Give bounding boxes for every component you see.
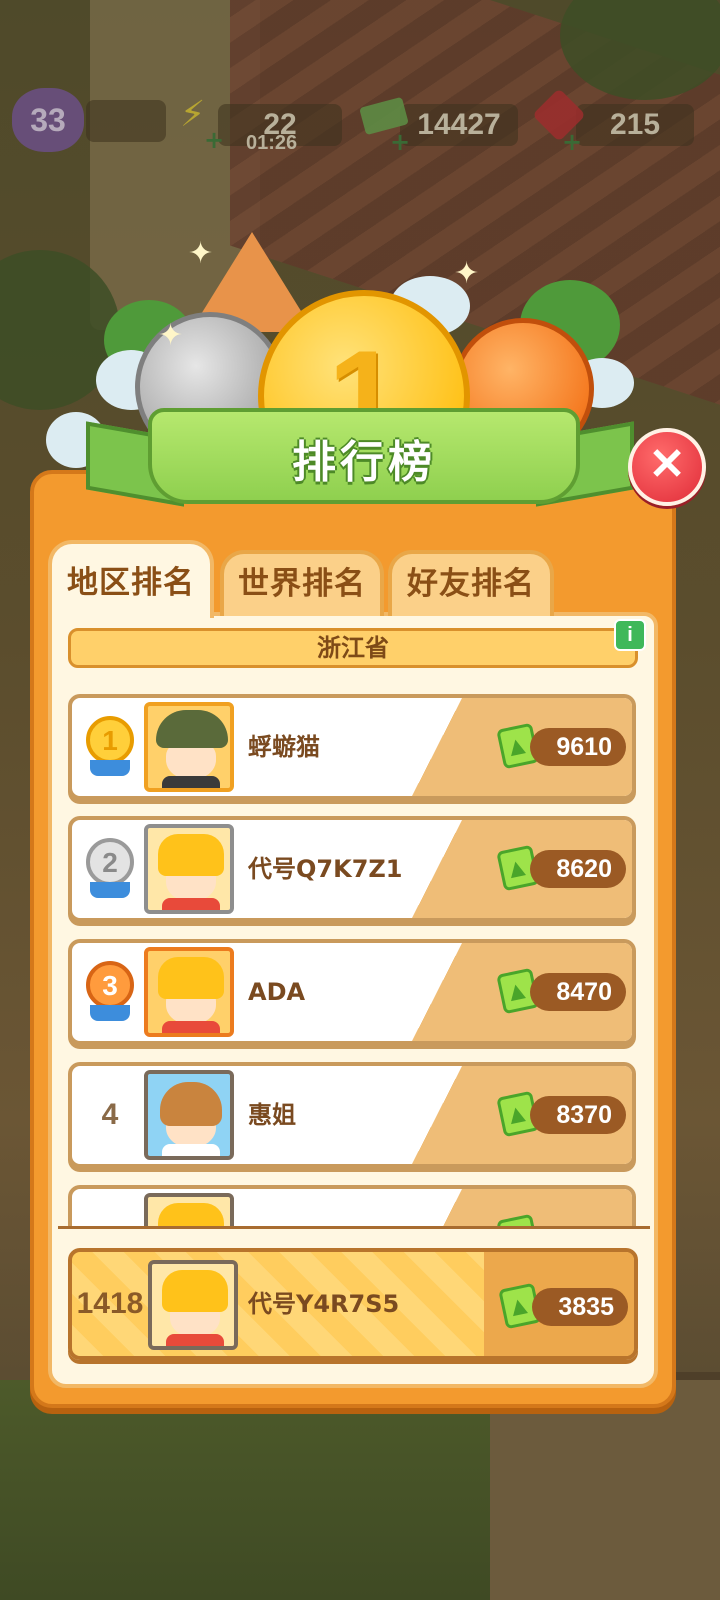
avatar[interactable]: [144, 1193, 234, 1226]
rank-number: 2: [102, 847, 118, 878]
avatar-hat: [162, 1270, 228, 1312]
player-name: ADA: [248, 978, 306, 1006]
player-name: 代号Q7K7Z1: [248, 855, 403, 883]
close-icon: ✕: [648, 440, 686, 489]
player-name: 蜉蝣猫: [248, 733, 320, 761]
avatar[interactable]: [144, 1070, 234, 1160]
rank-number: 4: [101, 1098, 119, 1131]
rank-medal-silver-icon: 2: [86, 838, 134, 886]
player-score: 8370: [530, 1096, 626, 1134]
sparkle-icon: ✦: [158, 318, 184, 353]
my-player-name: 代号Y4R7S5: [248, 1290, 400, 1318]
title-banner: 排行榜: [48, 408, 672, 507]
my-score: 3835: [532, 1288, 628, 1326]
medal-ribbon-icon: [90, 1005, 130, 1021]
player-score: 8470: [530, 973, 626, 1011]
avatar-shirt: [162, 776, 220, 788]
my-rank-number: 1418: [76, 1287, 144, 1320]
avatar-shirt: [162, 1021, 220, 1033]
cash-counter[interactable]: 14427: [400, 104, 518, 146]
medal-ribbon-icon: [90, 882, 130, 898]
avatar-hat: [158, 1203, 224, 1226]
close-button[interactable]: ✕: [628, 428, 706, 506]
avatar-hat: [158, 834, 224, 876]
level-bar: [86, 100, 166, 142]
info-icon[interactable]: i: [614, 619, 646, 651]
banner-ribbon: 排行榜: [148, 408, 580, 504]
rank-medal-bronze-icon: 3: [86, 961, 134, 1009]
avatar[interactable]: [144, 702, 234, 792]
energy-timer: 01:26: [246, 132, 298, 154]
resource-bar: 33 22 ⚡ + 01:26 14427 + 215 +: [0, 88, 720, 162]
avatar-helmet: [156, 710, 228, 748]
cash-value: 14427: [417, 108, 501, 141]
page-title: 排行榜: [292, 437, 436, 488]
add-energy-icon[interactable]: +: [204, 126, 224, 154]
ranking-tabs: 地区排名 世界排名 好友排名: [48, 540, 558, 618]
leaderboard-row[interactable]: 3 ADA 8470: [68, 939, 636, 1045]
leaderboard-row[interactable]: 1 蜉蝣猫 9610: [68, 694, 636, 800]
avatar[interactable]: [144, 824, 234, 914]
leaderboard-row-partial[interactable]: [68, 1185, 636, 1226]
my-avatar[interactable]: [148, 1260, 238, 1350]
player-name: 惠姐: [248, 1101, 296, 1129]
avatar-hat: [158, 957, 224, 999]
leaderboard-list[interactable]: 1 蜉蝣猫 9610 2 代号Q7K7Z1 8620 3: [62, 676, 642, 1226]
avatar-shirt: [166, 1334, 224, 1346]
lightning-icon: ⚡: [180, 94, 206, 135]
avatar[interactable]: [144, 947, 234, 1037]
player-score: 8620: [530, 850, 626, 888]
list-divider: [58, 1226, 650, 1229]
add-cash-icon[interactable]: +: [390, 128, 410, 156]
gem-counter[interactable]: 215: [576, 104, 694, 146]
tab-world-ranking[interactable]: 世界排名: [220, 550, 384, 616]
level-badge[interactable]: 33: [12, 88, 84, 152]
rank-medal-gold-icon: 1: [86, 716, 134, 764]
sparkle-icon: ✦: [188, 236, 214, 271]
sparkle-icon: ✦: [454, 256, 480, 291]
score-background: [412, 1189, 632, 1226]
avatar-shirt: [162, 1144, 220, 1156]
tab-region-ranking[interactable]: 地区排名: [48, 540, 214, 618]
add-gem-icon[interactable]: +: [562, 128, 582, 156]
gem-value: 215: [609, 108, 661, 141]
region-name: 浙江省: [68, 628, 638, 668]
rank-number: 1: [102, 725, 118, 756]
medal-ribbon-icon: [90, 760, 130, 776]
leaderboard-row[interactable]: 2 代号Q7K7Z1 8620: [68, 816, 636, 922]
tab-friend-ranking[interactable]: 好友排名: [388, 550, 554, 616]
rank-number: 3: [102, 970, 118, 1001]
avatar-shirt: [162, 898, 220, 910]
my-rank-row[interactable]: 1418 代号Y4R7S5 3835: [68, 1248, 638, 1360]
avatar-hair: [160, 1082, 222, 1126]
player-score: 9610: [530, 728, 626, 766]
leaderboard-row[interactable]: 4 惠姐 8370: [68, 1062, 636, 1168]
